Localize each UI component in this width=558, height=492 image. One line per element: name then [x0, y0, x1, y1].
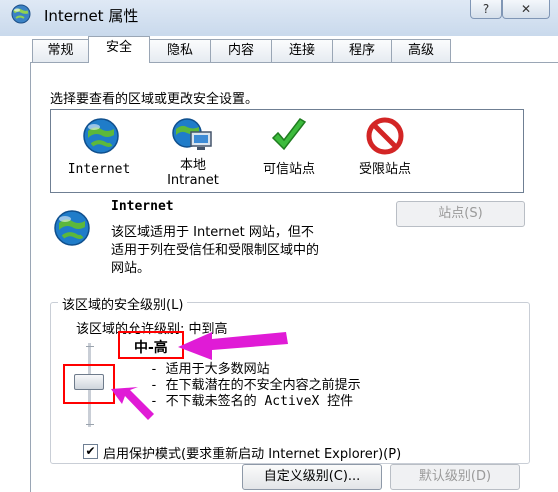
- tab-security[interactable]: 安全: [88, 36, 150, 63]
- default-level-button[interactable]: 默认级别(D): [390, 464, 520, 490]
- protected-mode-checkbox[interactable]: ✔: [83, 444, 98, 459]
- custom-level-button[interactable]: 自定义级别(C)...: [242, 464, 382, 490]
- arrow-to-slider-icon: [111, 387, 154, 420]
- protected-mode-label: 启用保护模式(要求重新启动 Internet Explorer)(P): [103, 447, 402, 462]
- arrow-to-level-icon: [178, 332, 288, 360]
- annotation-arrows: [111, 332, 288, 420]
